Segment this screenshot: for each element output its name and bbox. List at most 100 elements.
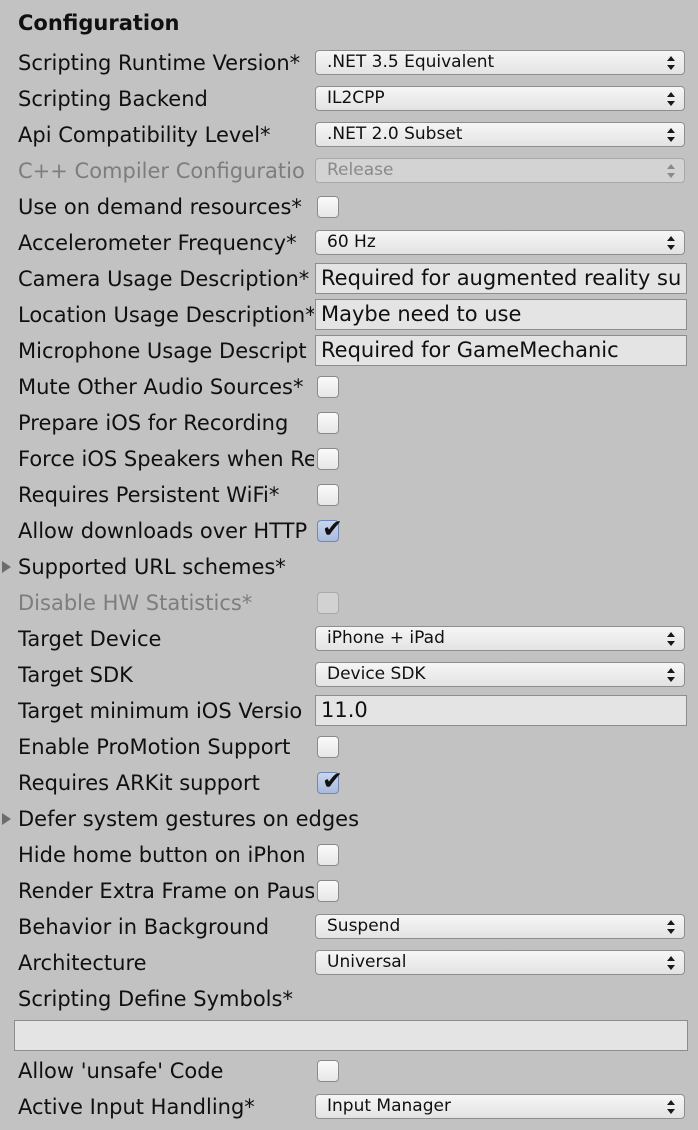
up-down-arrows-icon xyxy=(667,956,675,970)
persistent-wifi-checkbox[interactable] xyxy=(317,484,339,506)
camera-usage-row: Camera Usage Description* Required for a… xyxy=(0,261,698,297)
api-compat-value: .NET 2.0 Subset xyxy=(327,124,463,144)
promotion-checkbox[interactable] xyxy=(317,736,339,758)
disable-hw-stats-label: Disable HW Statistics* xyxy=(18,591,253,615)
arkit-row: Requires ARKit support ✔ xyxy=(0,765,698,801)
architecture-dropdown[interactable]: Universal xyxy=(315,950,685,975)
force-speakers-row: Force iOS Speakers when Re xyxy=(0,441,698,477)
api-compat-row: Api Compatibility Level* .NET 2.0 Subset xyxy=(0,117,698,153)
disable-hw-stats-row: Disable HW Statistics* xyxy=(0,585,698,621)
allow-http-checkbox[interactable]: ✔ xyxy=(317,515,343,543)
background-behavior-row: Behavior in Background Suspend xyxy=(0,909,698,945)
section-title: Configuration xyxy=(18,11,180,35)
url-schemes-label: Supported URL schemes* xyxy=(18,555,286,579)
up-down-arrows-icon xyxy=(667,92,675,106)
hide-home-row: Hide home button on iPhon xyxy=(0,837,698,873)
scripting-backend-dropdown[interactable]: IL2CPP xyxy=(315,86,685,111)
extra-frame-label: Render Extra Frame on Paus xyxy=(18,879,314,903)
persistent-wifi-label: Requires Persistent WiFi* xyxy=(18,483,280,507)
allow-http-label: Allow downloads over HTTP xyxy=(18,519,308,543)
force-speakers-label: Force iOS Speakers when Re xyxy=(18,447,314,471)
up-down-arrows-icon xyxy=(667,56,675,70)
scripting-backend-value: IL2CPP xyxy=(327,88,385,108)
promotion-label: Enable ProMotion Support xyxy=(18,735,291,759)
microphone-usage-label: Microphone Usage Descript xyxy=(18,339,307,363)
min-ios-field[interactable]: 11.0 xyxy=(315,695,687,726)
background-behavior-value: Suspend xyxy=(327,916,401,936)
scripting-runtime-value: .NET 3.5 Equivalent xyxy=(327,52,495,72)
accelerometer-value: 60 Hz xyxy=(327,232,376,252)
defer-gestures-foldout[interactable]: Defer system gestures on edges xyxy=(0,801,698,837)
mute-audio-checkbox[interactable] xyxy=(317,376,339,398)
prepare-recording-row: Prepare iOS for Recording xyxy=(0,405,698,441)
min-ios-label: Target minimum iOS Versio xyxy=(18,699,303,723)
up-down-arrows-icon xyxy=(667,236,675,250)
up-down-arrows-icon xyxy=(667,668,675,682)
on-demand-row: Use on demand resources* xyxy=(0,189,698,225)
url-schemes-foldout[interactable]: Supported URL schemes* xyxy=(0,549,698,585)
defer-gestures-label: Defer system gestures on edges xyxy=(18,807,360,831)
extra-frame-checkbox[interactable] xyxy=(317,880,339,902)
prepare-recording-checkbox[interactable] xyxy=(317,412,339,434)
unsafe-code-row: Allow 'unsafe' Code xyxy=(0,1053,698,1089)
up-down-arrows-icon xyxy=(667,632,675,646)
location-usage-field[interactable]: Maybe need to use xyxy=(315,299,687,330)
checkmark-icon: ✔ xyxy=(322,514,343,543)
extra-frame-row: Render Extra Frame on Paus xyxy=(0,873,698,909)
camera-usage-field[interactable]: Required for augmented reality su xyxy=(315,263,687,294)
cpp-compiler-dropdown: Release xyxy=(315,158,685,183)
promotion-row: Enable ProMotion Support xyxy=(0,729,698,765)
unsafe-code-checkbox[interactable] xyxy=(317,1060,339,1082)
disable-hw-stats-checkbox xyxy=(317,592,339,614)
define-symbols-row: Scripting Define Symbols* xyxy=(0,981,698,1017)
mute-audio-row: Mute Other Audio Sources* xyxy=(0,369,698,405)
hide-home-label: Hide home button on iPhon xyxy=(18,843,306,867)
input-handling-dropdown[interactable]: Input Manager xyxy=(315,1094,685,1119)
cpp-compiler-row: C++ Compiler Configuratio Release xyxy=(0,153,698,189)
triangle-right-icon[interactable] xyxy=(2,813,11,825)
force-speakers-checkbox[interactable] xyxy=(317,448,339,470)
scripting-runtime-dropdown[interactable]: .NET 3.5 Equivalent xyxy=(315,50,685,75)
mute-audio-label: Mute Other Audio Sources* xyxy=(18,375,304,399)
target-sdk-label: Target SDK xyxy=(18,663,133,687)
allow-http-row: Allow downloads over HTTP ✔ xyxy=(0,513,698,549)
target-sdk-value: Device SDK xyxy=(327,664,426,684)
min-ios-row: Target minimum iOS Versio 11.0 xyxy=(0,693,698,729)
accelerometer-label: Accelerometer Frequency* xyxy=(18,231,297,255)
accelerometer-dropdown[interactable]: 60 Hz xyxy=(315,230,685,255)
target-device-row: Target Device iPhone + iPad xyxy=(0,621,698,657)
up-down-arrows-icon xyxy=(667,128,675,142)
input-handling-value: Input Manager xyxy=(327,1096,451,1116)
define-symbols-field[interactable] xyxy=(14,1020,688,1051)
target-sdk-dropdown[interactable]: Device SDK xyxy=(315,662,685,687)
microphone-usage-field[interactable]: Required for GameMechanic xyxy=(315,335,687,366)
on-demand-label: Use on demand resources* xyxy=(18,195,302,219)
up-down-arrows-icon xyxy=(667,1100,675,1114)
cpp-compiler-value: Release xyxy=(327,160,394,180)
scripting-runtime-row: Scripting Runtime Version* .NET 3.5 Equi… xyxy=(0,45,698,81)
architecture-value: Universal xyxy=(327,952,407,972)
unsafe-code-label: Allow 'unsafe' Code xyxy=(18,1059,224,1083)
arkit-label: Requires ARKit support xyxy=(18,771,260,795)
target-device-dropdown[interactable]: iPhone + iPad xyxy=(315,626,685,651)
scripting-backend-row: Scripting Backend IL2CPP xyxy=(0,81,698,117)
cpp-compiler-label: C++ Compiler Configuratio xyxy=(18,159,305,183)
api-compat-dropdown[interactable]: .NET 2.0 Subset xyxy=(315,122,685,147)
input-handling-row: Active Input Handling* Input Manager xyxy=(0,1089,698,1125)
hide-home-checkbox[interactable] xyxy=(317,844,339,866)
on-demand-checkbox[interactable] xyxy=(317,196,339,218)
up-down-arrows-icon xyxy=(667,920,675,934)
scripting-runtime-label: Scripting Runtime Version* xyxy=(18,51,301,75)
triangle-right-icon[interactable] xyxy=(2,561,11,573)
background-behavior-dropdown[interactable]: Suspend xyxy=(315,914,685,939)
target-sdk-row: Target SDK Device SDK xyxy=(0,657,698,693)
define-symbols-label: Scripting Define Symbols* xyxy=(18,987,293,1011)
microphone-usage-row: Microphone Usage Descript Required for G… xyxy=(0,333,698,369)
target-device-value: iPhone + iPad xyxy=(327,628,445,648)
scripting-backend-label: Scripting Backend xyxy=(18,87,208,111)
api-compat-label: Api Compatibility Level* xyxy=(18,123,271,147)
arkit-checkbox[interactable]: ✔ xyxy=(317,767,343,795)
camera-usage-label: Camera Usage Description* xyxy=(18,267,310,291)
architecture-row: Architecture Universal xyxy=(0,945,698,981)
background-behavior-label: Behavior in Background xyxy=(18,915,270,939)
